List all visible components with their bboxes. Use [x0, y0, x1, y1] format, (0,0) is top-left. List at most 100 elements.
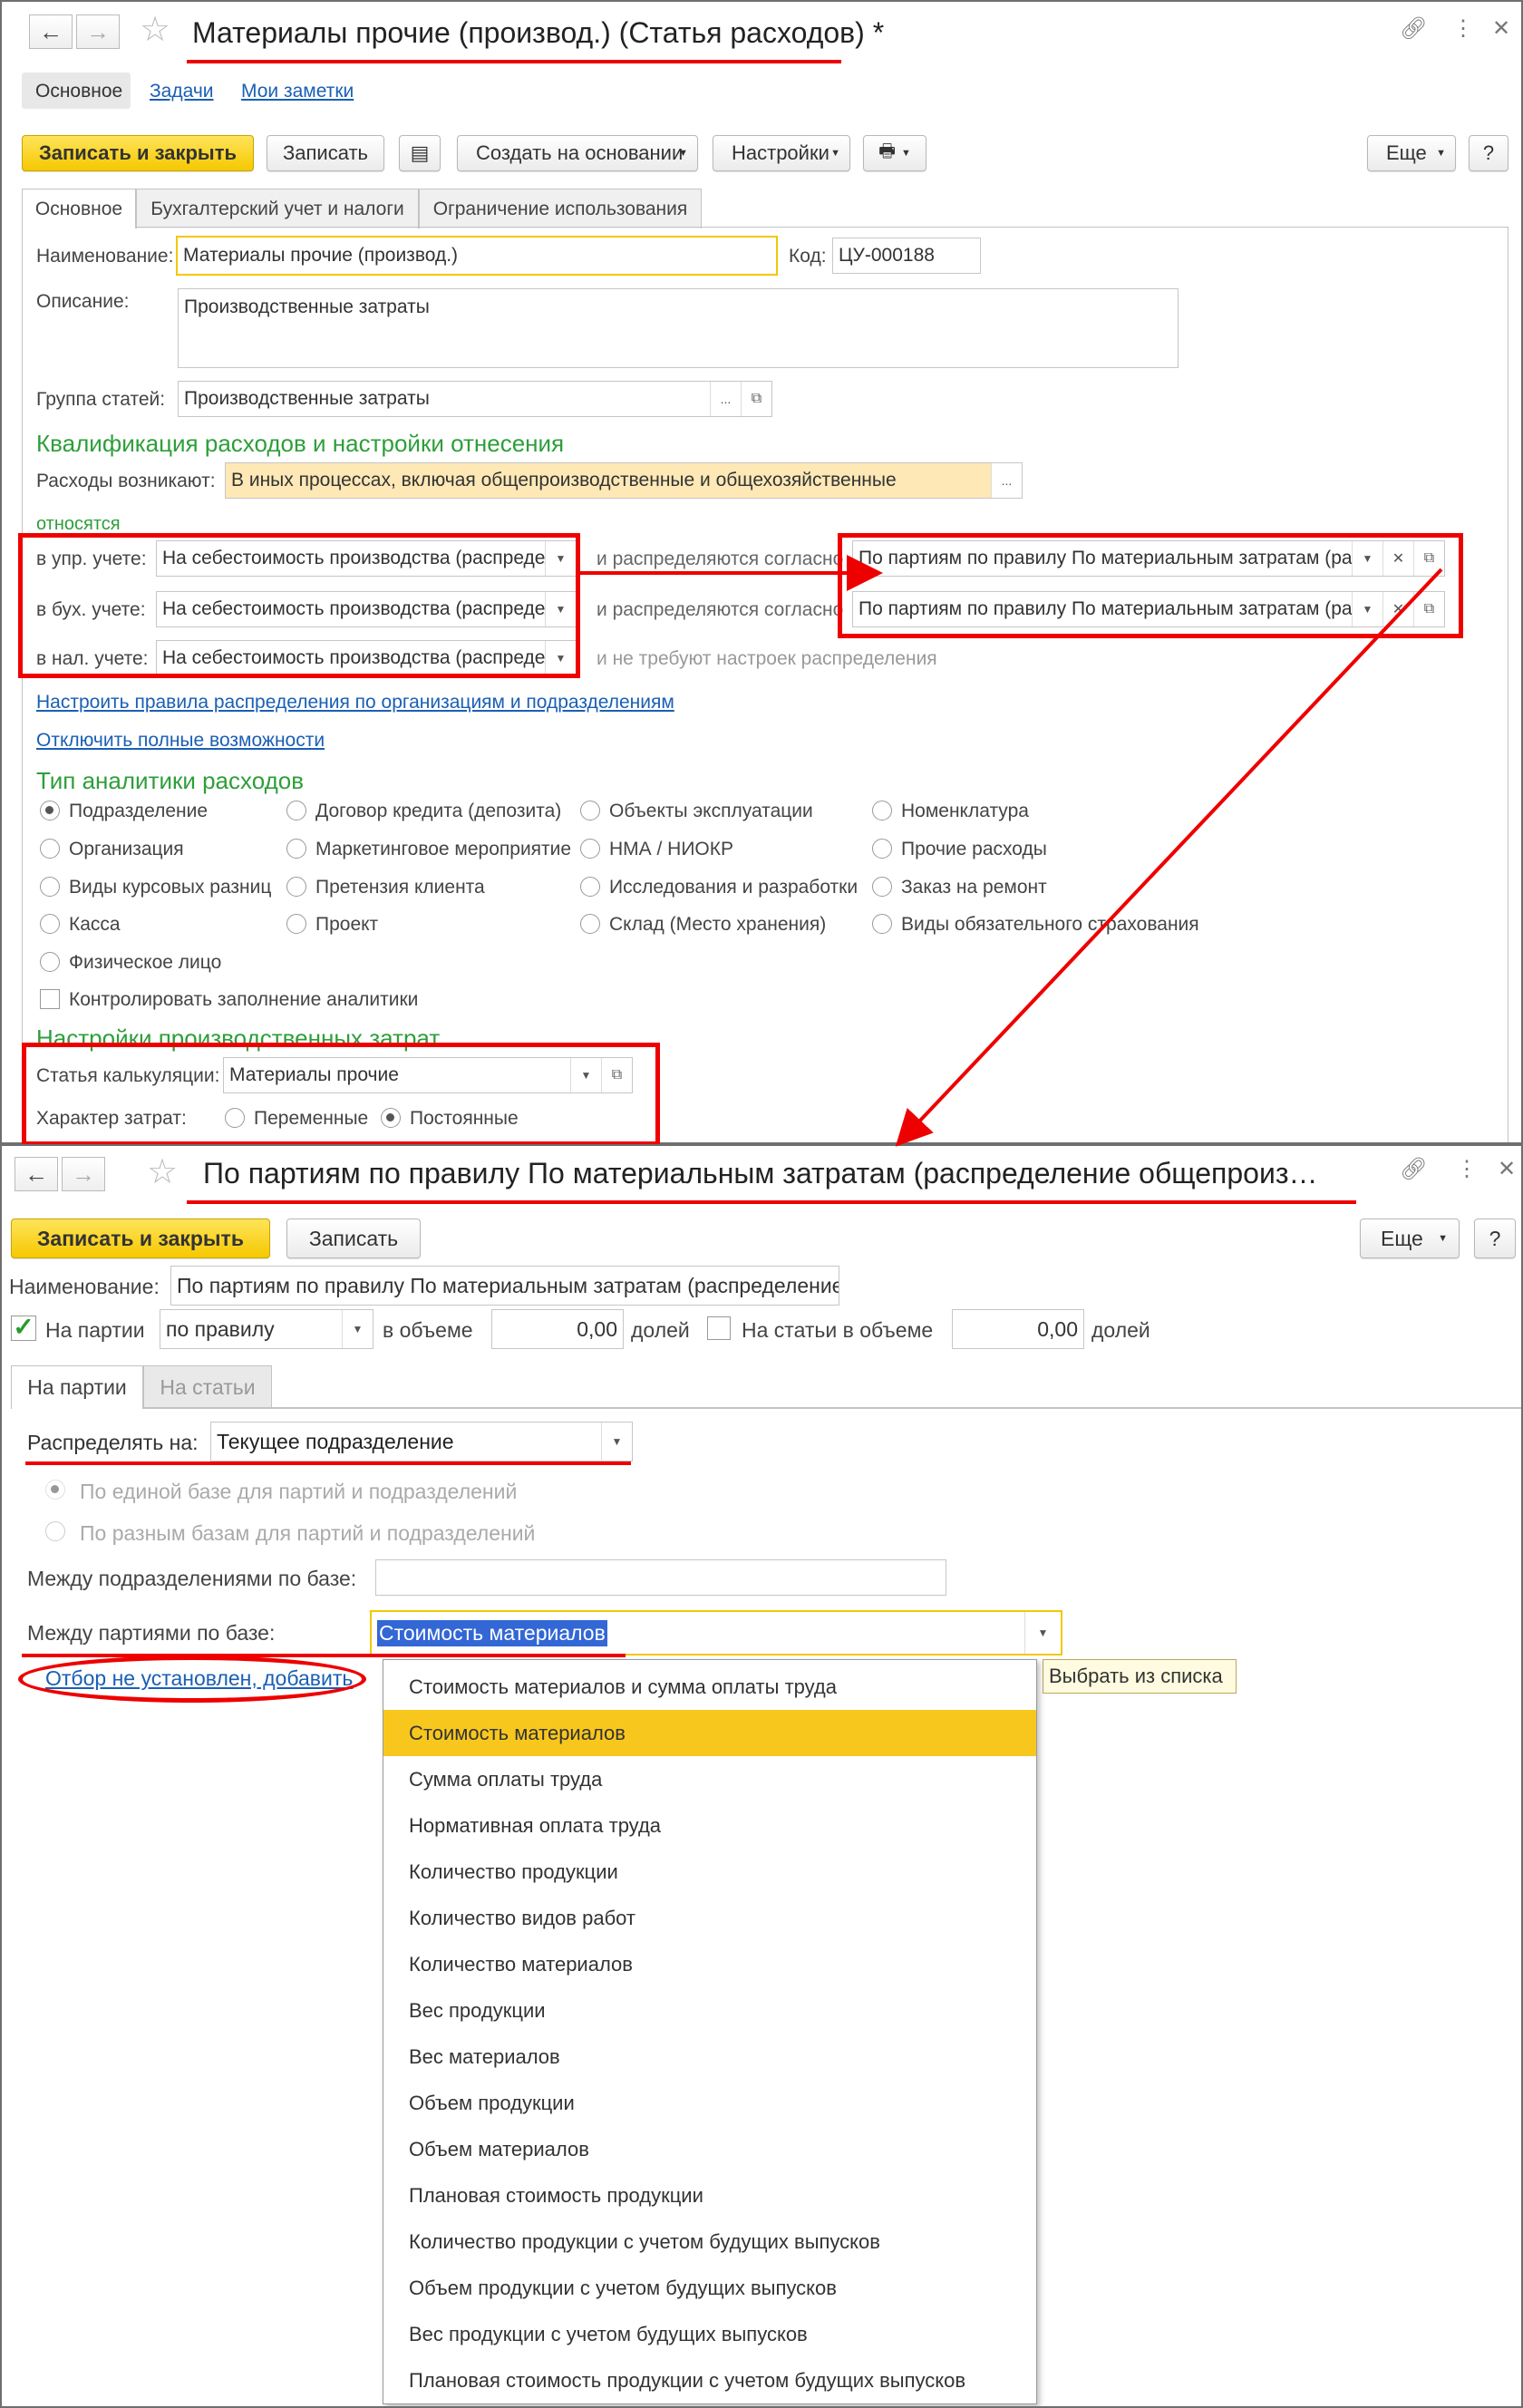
more-vertical-icon[interactable]: ⋮: [1456, 1159, 1478, 1180]
nav-tab-tasks[interactable]: Задачи: [150, 82, 214, 101]
chevron-down-icon[interactable]: ▼: [570, 1058, 601, 1092]
radio-analytics-0-2[interactable]: [580, 801, 600, 820]
list-item[interactable]: Плановая стоимость продукции с учетом бу…: [383, 2357, 1036, 2403]
radio-analytics-1-2[interactable]: [580, 839, 600, 859]
name-input[interactable]: По партиям по правилу По материальным за…: [170, 1266, 839, 1306]
group-input[interactable]: Производственные затраты... ⧉: [178, 381, 772, 417]
radio-analytics-1-1[interactable]: [286, 839, 306, 859]
more-vertical-icon[interactable]: ⋮: [1452, 18, 1474, 40]
row-mgmt-select[interactable]: На себестоимость производства (распредел…: [156, 540, 577, 577]
radio-analytics-3-2[interactable]: [580, 914, 600, 934]
radio-analytics-2-2[interactable]: [580, 877, 600, 897]
tab-restrictions[interactable]: Ограничение использования: [419, 189, 702, 228]
clear-icon[interactable]: ✕: [1382, 592, 1413, 626]
list-item[interactable]: Нормативная оплата труда: [383, 1802, 1036, 1849]
link-icon[interactable]: 🔗︎: [1400, 18, 1427, 40]
rule-select[interactable]: по правилу ▼: [160, 1309, 373, 1349]
save-close-button[interactable]: Записать и закрыть: [22, 135, 254, 171]
chevron-down-icon[interactable]: ▼: [1352, 592, 1382, 626]
close-icon[interactable]: ✕: [1498, 1159, 1516, 1180]
arise-select-button[interactable]: ...: [991, 463, 1022, 498]
tab-accounting[interactable]: Бухгалтерский учет и налоги: [136, 189, 419, 228]
by-items-checkbox[interactable]: [707, 1316, 731, 1340]
chevron-down-icon[interactable]: ▼: [545, 641, 576, 675]
forward-button[interactable]: →: [62, 1157, 105, 1191]
radio-analytics-3-0[interactable]: [40, 914, 60, 934]
radio-analytics-4-0[interactable]: [40, 952, 60, 972]
list-item[interactable]: Плановая стоимость продукции: [383, 2172, 1036, 2219]
report-icon[interactable]: ▤: [399, 135, 441, 171]
link-icon[interactable]: 🔗︎: [1400, 1159, 1427, 1180]
radio-analytics-2-1[interactable]: [286, 877, 306, 897]
list-item[interactable]: Объем продукции с учетом будущих выпуско…: [383, 2265, 1036, 2311]
create-based-button[interactable]: Создать на основании ▼: [457, 135, 698, 171]
volume2-input[interactable]: 0,00: [952, 1309, 1084, 1349]
list-item[interactable]: Количество видов работ: [383, 1895, 1036, 1941]
tab-batches[interactable]: На партии: [11, 1365, 143, 1409]
tab-main[interactable]: Основное: [22, 189, 136, 228]
radio-analytics-3-3[interactable]: [872, 914, 892, 934]
row-tax-select[interactable]: На себестоимость производства (распредел…: [156, 640, 577, 676]
list-item[interactable]: Вес продукции: [383, 1987, 1036, 2034]
open-icon[interactable]: ⧉: [741, 382, 771, 416]
between-batches-select[interactable]: Стоимость материалов ▼: [370, 1610, 1062, 1656]
radio-analytics-0-3[interactable]: [872, 801, 892, 820]
list-item-selected[interactable]: Стоимость материалов: [383, 1710, 1036, 1756]
close-icon[interactable]: ✕: [1492, 18, 1510, 40]
radio-analytics-2-0[interactable]: [40, 877, 60, 897]
chevron-down-icon[interactable]: ▼: [545, 541, 576, 576]
list-item[interactable]: Количество продукции с учетом будущих вы…: [383, 2219, 1036, 2265]
save-button[interactable]: Записать: [286, 1219, 421, 1258]
list-item[interactable]: Сумма оплаты труда: [383, 1756, 1036, 1802]
settings-button[interactable]: Настройки ▼: [713, 135, 850, 171]
group-select-button[interactable]: ...: [710, 382, 741, 416]
radio-analytics-1-3[interactable]: [872, 839, 892, 859]
name-input[interactable]: Материалы прочие (производ.): [176, 236, 778, 276]
list-item[interactable]: Вес материалов: [383, 2034, 1036, 2080]
row-acc-select[interactable]: На себестоимость производства (распредел…: [156, 591, 577, 627]
save-close-button[interactable]: Записать и закрыть: [11, 1219, 270, 1258]
list-item[interactable]: Объем материалов: [383, 2126, 1036, 2172]
forward-button[interactable]: →: [76, 15, 120, 49]
help-button[interactable]: ?: [1474, 1219, 1516, 1258]
row-acc-dist[interactable]: По партиям по правилу По материальным за…: [852, 591, 1445, 627]
disable-features-link[interactable]: Отключить полные возможности: [36, 731, 325, 750]
chevron-down-icon[interactable]: ▼: [601, 1422, 632, 1461]
save-button[interactable]: Записать: [267, 135, 384, 171]
radio-variable[interactable]: [225, 1108, 245, 1128]
code-input[interactable]: ЦУ-000188: [832, 238, 981, 274]
more-button[interactable]: Еще ▼: [1367, 135, 1456, 171]
clear-icon[interactable]: ✕: [1382, 541, 1413, 576]
list-item[interactable]: Количество материалов: [383, 1941, 1036, 1987]
open-icon[interactable]: ⧉: [601, 1058, 632, 1092]
arise-input[interactable]: В иных процессах, включая общепроизводст…: [225, 462, 1023, 499]
print-options-button[interactable]: 🖶︎ ▼: [863, 135, 926, 171]
chevron-down-icon[interactable]: ▼: [545, 592, 576, 626]
tab-items[interactable]: На статьи: [143, 1365, 272, 1409]
more-button[interactable]: Еще ▼: [1360, 1219, 1460, 1258]
open-icon[interactable]: ⧉: [1413, 592, 1444, 626]
radio-analytics-0-0[interactable]: [40, 801, 60, 820]
favorite-star-icon[interactable]: ☆: [147, 1155, 178, 1189]
nav-tab-notes[interactable]: Мои заметки: [241, 82, 354, 101]
volume1-input[interactable]: 0,00: [491, 1309, 624, 1349]
configure-rules-link[interactable]: Настроить правила распределения по орган…: [36, 693, 674, 712]
radio-fixed[interactable]: [381, 1108, 401, 1128]
calc-select[interactable]: Материалы прочие ▼ ⧉: [223, 1057, 633, 1093]
chevron-down-icon[interactable]: ▼: [1352, 541, 1382, 576]
list-item[interactable]: Количество продукции: [383, 1849, 1036, 1895]
distribute-select[interactable]: Текущее подразделение ▼: [210, 1422, 633, 1461]
radio-analytics-0-1[interactable]: [286, 801, 306, 820]
between-depts-input[interactable]: [375, 1559, 946, 1596]
row-mgmt-dist[interactable]: По партиям по правилу По материальным за…: [852, 540, 1445, 577]
list-item[interactable]: Объем продукции: [383, 2080, 1036, 2126]
chevron-down-icon[interactable]: ▼: [342, 1310, 373, 1348]
control-fill-checkbox[interactable]: [40, 989, 60, 1009]
favorite-star-icon[interactable]: ☆: [140, 13, 170, 47]
list-item[interactable]: Стоимость материалов и сумма оплаты труд…: [383, 1664, 1036, 1710]
radio-analytics-2-3[interactable]: [872, 877, 892, 897]
radio-analytics-3-1[interactable]: [286, 914, 306, 934]
back-button[interactable]: ←: [15, 1157, 58, 1191]
base-dropdown-list[interactable]: Стоимость материалов и сумма оплаты труд…: [383, 1659, 1037, 2404]
open-icon[interactable]: ⧉: [1413, 541, 1444, 576]
